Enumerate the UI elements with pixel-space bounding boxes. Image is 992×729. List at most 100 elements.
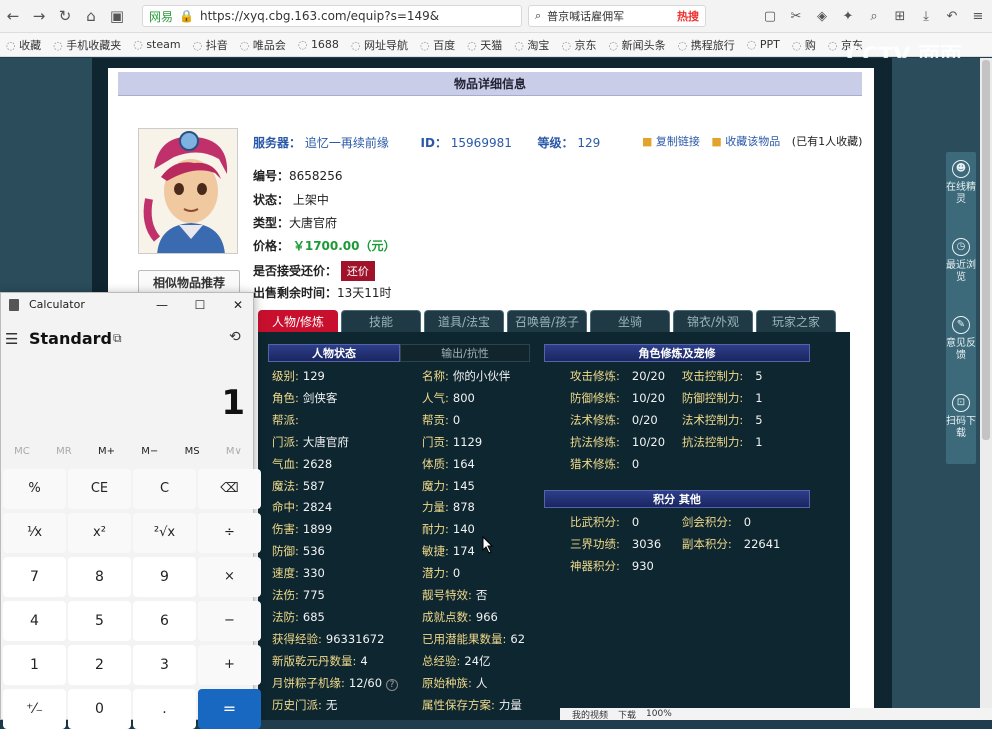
download-icon[interactable]: ⤓ [916,6,936,26]
memory-button[interactable]: M+ [98,446,115,457]
tab-pets[interactable]: 召唤兽/孩子 [507,310,587,332]
calc-key[interactable]: 1 [3,645,66,685]
bookmark-item[interactable]: steam [133,38,180,51]
memory-button[interactable]: MS [185,446,200,457]
bag-icon[interactable]: ▣ [104,3,130,29]
keep-on-top-icon[interactable]: ⧉ [113,331,122,346]
help-icon[interactable]: ? [386,678,399,691]
calc-key[interactable]: 7 [3,557,66,597]
bookmark-item[interactable]: PPT [747,38,780,51]
bookmark-item[interactable]: 网址导航 [351,37,408,53]
pair-label: 抗法控制力: [681,435,744,449]
refresh-icon[interactable]: ↻ [52,3,78,29]
calc-key[interactable]: 2 [68,645,131,685]
zoom-level[interactable]: 100% [646,709,672,719]
float-item[interactable]: ◷ 最近浏览 [946,238,976,284]
calc-key[interactable]: x² [68,513,131,553]
bookmark-item[interactable]: 购 [792,37,816,53]
calc-key[interactable]: ¹⁄x [3,513,66,553]
shield-icon[interactable]: ◈ [812,6,832,26]
minimize-icon[interactable]: — [151,295,173,315]
stat-label: 属性保存方案: [422,697,495,712]
memory-button[interactable]: M∨ [226,446,242,457]
calc-key[interactable]: 0 [68,689,131,729]
tab-character[interactable]: 人物/修炼 [258,310,338,332]
download-link[interactable]: 下载 [618,708,636,721]
tab-home[interactable]: 玩家之家 [756,310,836,332]
bookmark-item[interactable]: 京东 [561,37,596,53]
calc-key[interactable]: 8 [68,557,131,597]
bookmark-item[interactable]: 手机收藏夹 [53,37,121,53]
history-icon[interactable]: ⟲ [229,329,241,345]
calc-key[interactable]: 3 [133,645,196,685]
calc-key[interactable]: ²√x [133,513,196,553]
server-value: 追忆一再续前缘 [304,136,389,150]
stat-row: 原始种族: 人 [422,675,487,691]
calc-key[interactable]: 9 [133,557,196,597]
collect-button[interactable]: 收藏该物品 [711,135,780,148]
calc-key[interactable]: 6 [133,601,196,641]
section-char-status[interactable]: 人物状态 [268,344,400,362]
calc-key[interactable]: = [198,689,261,729]
extension-icon[interactable]: ✦ [838,6,858,26]
calc-key[interactable]: 5 [68,601,131,641]
bookmark-item[interactable]: 携程旅行 [678,37,735,53]
calc-key[interactable]: CE [68,469,131,509]
close-icon[interactable]: ✕ [227,295,249,315]
address-bar[interactable]: 网易 🔒 https://xyq.cbg.163.com/equip?s=149… [142,5,522,27]
calc-key[interactable]: + [198,645,261,685]
bookmark-item[interactable]: 抖音 [193,37,228,53]
screenshot-icon[interactable]: ▢ [760,6,780,26]
tab-mounts[interactable]: 坐骑 [590,310,670,332]
back-icon[interactable]: ← [0,3,26,29]
browser-search-box[interactable]: ⌕ 普京喊话雇佣军 热搜 [528,5,706,27]
hamburger-menu-icon[interactable]: ☰ [5,330,18,348]
stat-value: 164 [452,456,475,471]
my-video-link[interactable]: 我的视频 [572,708,608,721]
apps-grid-icon[interactable]: ⊞ [890,6,910,26]
undo-icon[interactable]: ↶ [942,6,962,26]
copy-link-button[interactable]: 复制链接 [642,135,700,148]
calc-key[interactable]: C [133,469,196,509]
stat-row: 法伤: 775 [272,587,325,603]
bookmark-item[interactable]: 唯品会 [240,37,286,53]
tab-skills[interactable]: 技能 [341,310,421,332]
calc-key[interactable]: × [198,557,261,597]
maximize-icon[interactable]: ☐ [189,295,211,315]
bookmark-item[interactable]: 新闻头条 [608,37,666,53]
calc-key[interactable]: % [3,469,66,509]
similar-items-button[interactable]: 相似物品推荐 [138,270,240,294]
bookmark-item[interactable]: 1688 [298,38,339,51]
forward-icon[interactable]: → [26,3,52,29]
cut-icon[interactable]: ✂ [786,6,806,26]
bookmark-item[interactable]: 百度 [420,37,455,53]
memory-button[interactable]: MC [14,446,30,457]
calculator-titlebar[interactable]: Calculator — ☐ ✕ [1,293,255,317]
memory-button[interactable]: MR [56,446,72,457]
level-label: 等级： [537,136,574,150]
memory-button[interactable]: M− [141,446,158,457]
stat-label: 法防: [272,609,299,624]
float-item[interactable]: ☻ 在线精灵 [946,160,976,206]
bookmark-item[interactable]: 天猫 [467,37,502,53]
section-output-resist[interactable]: 输出/抗性 [400,344,530,362]
bargain-button[interactable]: 还价 [340,261,375,281]
stat-row: 靓号特效: 否 [422,587,487,603]
calc-key[interactable]: 4 [3,601,66,641]
page-scrollbar-thumb[interactable] [982,60,990,440]
bookmark-item[interactable]: 淘宝 [514,37,549,53]
status-label: 状态： [253,193,290,207]
float-item[interactable]: ✎ 意见反馈 [946,316,976,362]
calc-key[interactable]: ÷ [198,513,261,553]
calc-key[interactable]: ⌫ [198,469,261,509]
tab-outfits[interactable]: 锦衣/外观 [673,310,753,332]
calc-key[interactable]: . [133,689,196,729]
find-icon[interactable]: ⌕ [864,6,884,26]
menu-icon[interactable]: ≡ [968,6,988,26]
home-icon[interactable]: ⌂ [78,3,104,29]
float-item[interactable]: ⊡ 扫码下载 [946,394,976,440]
bookmark-item[interactable]: 收藏 [6,37,41,53]
calc-key[interactable]: ⁺⁄₋ [3,689,66,729]
calc-key[interactable]: − [198,601,261,641]
tab-items[interactable]: 道具/法宝 [424,310,504,332]
